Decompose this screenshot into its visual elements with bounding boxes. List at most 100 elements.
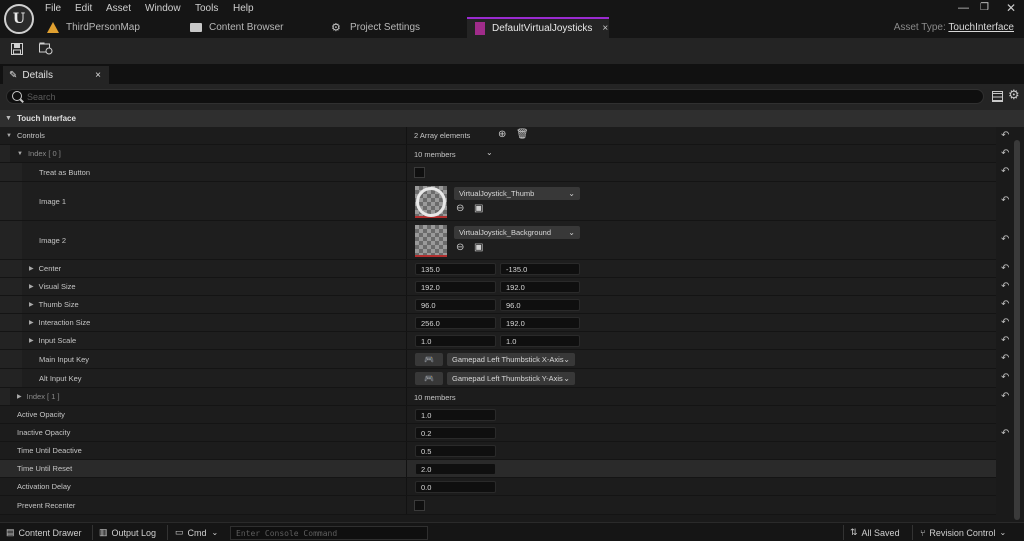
column-splitter[interactable] <box>406 145 407 162</box>
column-splitter[interactable] <box>406 460 407 477</box>
reset-to-default-icon[interactable]: ↶ <box>1001 166 1009 177</box>
key-selector-combo[interactable]: Gamepad Left Thumbstick Y-Axis ⌄ <box>447 372 575 385</box>
reset-to-default-icon[interactable]: ↶ <box>1001 263 1009 274</box>
reset-to-default-icon[interactable]: ↶ <box>1001 281 1009 292</box>
column-splitter[interactable] <box>406 388 407 405</box>
chevron-right-icon[interactable]: ▶ <box>29 283 34 290</box>
tab-details[interactable]: ✎ Details × <box>3 66 109 84</box>
menu-asset[interactable]: Asset <box>106 3 131 14</box>
time-until-deactive-input[interactable]: 0.5 <box>415 445 496 457</box>
thumb-size-x-input[interactable]: 96.0 <box>415 299 496 311</box>
output-log-button[interactable]: ▥ Output Log <box>99 523 156 541</box>
reset-to-default-icon[interactable]: ↶ <box>1001 234 1009 245</box>
chevron-down-icon[interactable]: ▼ <box>17 151 23 157</box>
search-box[interactable] <box>6 89 984 104</box>
close-window-icon[interactable]: ✕ <box>1006 1 1016 15</box>
reset-to-default-icon[interactable]: ↶ <box>1001 353 1009 364</box>
treat-as-button-checkbox[interactable] <box>414 167 425 178</box>
console-input[interactable] <box>230 526 428 540</box>
reset-to-default-icon[interactable]: ↶ <box>1001 148 1009 159</box>
browse-asset-icon[interactable]: ▣ <box>474 203 483 214</box>
column-splitter[interactable] <box>406 332 407 349</box>
column-splitter[interactable] <box>406 442 407 459</box>
visual-size-x-input[interactable]: 192.0 <box>415 281 496 293</box>
browse-asset-icon[interactable]: ▣ <box>474 242 483 253</box>
details-scrollbar[interactable] <box>1014 136 1020 522</box>
texture-thumbnail[interactable] <box>415 186 447 218</box>
column-splitter[interactable] <box>406 314 407 331</box>
chevron-right-icon[interactable]: ▶ <box>29 319 34 326</box>
reset-to-default-icon[interactable]: ↶ <box>1001 391 1009 402</box>
restore-icon[interactable]: ❐ <box>980 2 989 13</box>
chevron-down-icon[interactable]: ▼ <box>6 133 12 139</box>
reset-to-default-icon[interactable]: ↶ <box>1001 335 1009 346</box>
menu-tools[interactable]: Tools <box>195 3 218 14</box>
chevron-right-icon[interactable]: ▶ <box>29 337 34 344</box>
inactive-opacity-input[interactable]: 0.2 <box>415 427 496 439</box>
activation-delay-input[interactable]: 0.0 <box>415 481 496 493</box>
menu-window[interactable]: Window <box>145 3 181 14</box>
search-input[interactable] <box>27 90 967 103</box>
asset-picker-combo[interactable]: VirtualJoystick_Thumb ⌄ <box>454 187 580 200</box>
column-splitter[interactable] <box>406 163 407 181</box>
trash-icon[interactable]: 🗑 <box>516 129 529 140</box>
center-y-input[interactable]: -135.0 <box>500 263 580 275</box>
column-splitter[interactable] <box>406 182 407 220</box>
save-icon[interactable] <box>8 42 26 60</box>
chevron-right-icon[interactable]: ▶ <box>17 393 22 400</box>
reset-to-default-icon[interactable]: ↶ <box>1001 428 1009 439</box>
asset-picker-combo[interactable]: VirtualJoystick_Background ⌄ <box>454 226 580 239</box>
content-drawer-button[interactable]: ▤ Content Drawer <box>6 523 82 541</box>
chevron-right-icon[interactable]: ▶ <box>29 301 34 308</box>
column-splitter[interactable] <box>406 278 407 295</box>
menu-help[interactable]: Help <box>233 3 254 14</box>
reset-to-default-icon[interactable]: ↶ <box>1001 299 1009 310</box>
tab-thirdpersonmap[interactable]: ThirdPersonMap <box>47 17 140 38</box>
time-until-reset-input[interactable]: 2.0 <box>415 463 496 475</box>
column-splitter[interactable] <box>406 350 407 368</box>
key-selector-combo[interactable]: Gamepad Left Thumbstick X-Axis ⌄ <box>447 353 575 366</box>
scrollbar-thumb[interactable] <box>1014 140 1020 520</box>
chevron-down-icon[interactable]: ⌄ <box>486 148 493 157</box>
use-selected-asset-icon[interactable]: ⊖ <box>456 242 464 253</box>
chevron-right-icon[interactable]: ▶ <box>29 265 34 272</box>
menu-edit[interactable]: Edit <box>75 3 92 14</box>
reset-to-default-icon[interactable]: ↶ <box>1001 317 1009 328</box>
gear-icon[interactable]: ⚙ <box>1008 87 1020 103</box>
interaction-size-y-input[interactable]: 192.0 <box>500 317 580 329</box>
column-splitter[interactable] <box>406 406 407 423</box>
close-details-icon[interactable]: × <box>95 70 101 81</box>
column-splitter[interactable] <box>406 496 407 514</box>
thumb-size-y-input[interactable]: 96.0 <box>500 299 580 311</box>
tab-defaultvirtualjoysticks[interactable]: DefaultVirtualJoysticks × <box>467 17 609 38</box>
browse-to-asset-icon[interactable] <box>37 42 55 60</box>
cmd-selector[interactable]: ▭ Cmd ⌄ <box>175 523 218 541</box>
menu-file[interactable]: File <box>45 3 61 14</box>
asset-type-link[interactable]: TouchInterface <box>948 22 1014 33</box>
input-scale-x-input[interactable]: 1.0 <box>415 335 496 347</box>
revision-control-button[interactable]: ⑂ Revision Control ⌄ <box>920 523 1006 541</box>
gamepad-icon[interactable]: 🎮 <box>415 353 443 366</box>
use-selected-asset-icon[interactable]: ⊖ <box>456 203 464 214</box>
gamepad-icon[interactable]: 🎮 <box>415 372 443 385</box>
all-saved-button[interactable]: ⇅ All Saved <box>850 523 900 541</box>
interaction-size-x-input[interactable]: 256.0 <box>415 317 496 329</box>
column-splitter[interactable] <box>406 221 407 259</box>
column-splitter[interactable] <box>406 296 407 313</box>
reset-to-default-icon[interactable]: ↶ <box>1001 195 1009 206</box>
column-splitter[interactable] <box>406 127 407 144</box>
prevent-recenter-checkbox[interactable] <box>414 500 425 511</box>
column-splitter[interactable] <box>406 369 407 387</box>
texture-thumbnail[interactable] <box>415 225 447 257</box>
column-splitter[interactable] <box>406 260 407 277</box>
minimize-icon[interactable]: — <box>958 2 969 14</box>
column-splitter[interactable] <box>406 424 407 441</box>
reset-to-default-icon[interactable]: ↶ <box>1001 372 1009 383</box>
column-splitter[interactable] <box>406 478 407 495</box>
category-header-touch-interface[interactable]: ▼ Touch Interface <box>0 110 1024 127</box>
close-tab-icon[interactable]: × <box>602 23 608 34</box>
tab-project-settings[interactable]: ⚙ Project Settings <box>331 17 420 38</box>
reset-to-default-icon[interactable]: ↶ <box>1001 130 1009 141</box>
property-matrix-icon[interactable] <box>992 91 1003 102</box>
input-scale-y-input[interactable]: 1.0 <box>500 335 580 347</box>
